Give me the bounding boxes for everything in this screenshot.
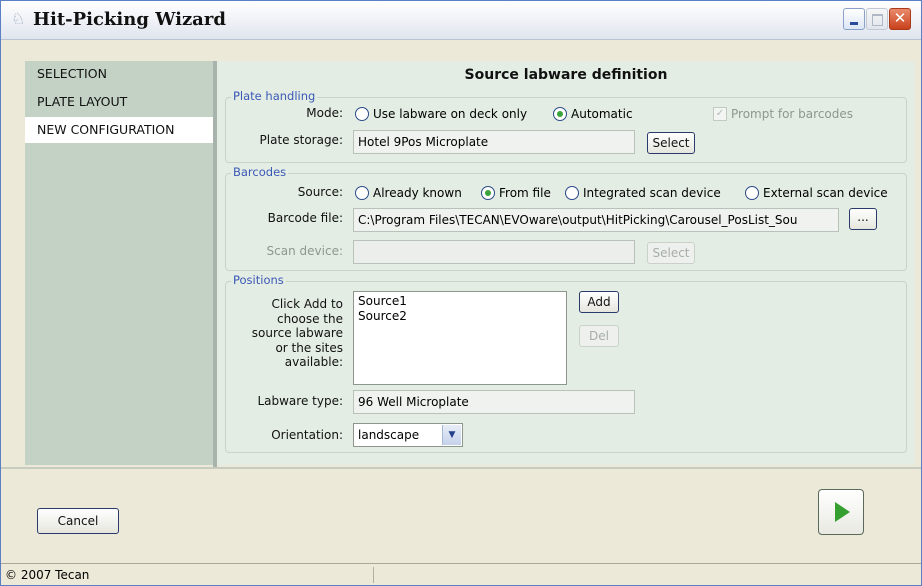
step-selection[interactable]: SELECTION — [25, 61, 213, 87]
source-from-file-radio[interactable]: From file — [481, 185, 551, 201]
orientation-select[interactable]: landscape ▼ — [353, 423, 463, 447]
scan-device-field[interactable] — [353, 240, 635, 264]
instruction-line: source labware — [251, 326, 343, 340]
instruction-line: available: — [284, 355, 343, 369]
barcode-file-field[interactable]: C:\Program Files\TECAN\EVOware\output\Hi… — [353, 208, 839, 232]
wizard-steps-sidebar: SELECTION PLATE LAYOUT NEW CONFIGURATION — [25, 61, 213, 465]
window-title: Hit-Picking Wizard — [33, 9, 226, 30]
title-bar[interactable]: ♘ Hit-Picking Wizard ✕ — [1, 1, 921, 40]
plate-storage-field[interactable]: Hotel 9Pos Microplate — [353, 130, 635, 154]
mode-deck-only-radio[interactable]: Use labware on deck only — [355, 106, 527, 122]
list-item[interactable]: Source1 — [358, 294, 562, 309]
barcode-file-label: Barcode file: — [267, 211, 343, 225]
plate-storage-label: Plate storage: — [259, 133, 343, 147]
chevron-down-icon[interactable]: ▼ — [442, 425, 461, 445]
scan-device-label: Scan device: — [266, 244, 343, 258]
mode-label: Mode: — [306, 106, 343, 120]
barcode-source-label: Source: — [297, 185, 343, 199]
scan-device-select-button[interactable]: Select — [647, 242, 695, 264]
step-new-configuration[interactable]: NEW CONFIGURATION — [25, 117, 213, 143]
plate-storage-select-button[interactable]: Select — [647, 132, 695, 154]
source-external-scan-radio[interactable]: External scan device — [745, 185, 888, 201]
prompt-barcodes-checkbox[interactable]: Prompt for barcodes — [713, 106, 853, 122]
wizard-window: ♘ Hit-Picking Wizard ✕ SELECTION PLATE L… — [0, 0, 922, 586]
barcodes-legend: Barcodes — [231, 165, 289, 179]
plate-handling-legend: Plate handling — [231, 89, 318, 103]
source-integrated-scan-radio[interactable]: Integrated scan device — [565, 185, 721, 201]
mode-automatic-radio[interactable]: Automatic — [553, 106, 633, 122]
footer-divider — [1, 467, 921, 469]
orientation-value: landscape — [358, 428, 420, 442]
positions-listbox[interactable]: Source1 Source2 — [353, 291, 567, 385]
instruction-line: choose the — [276, 311, 343, 326]
list-item[interactable]: Source2 — [358, 309, 562, 324]
positions-instructions: Click Add to choose the source labware o… — [227, 297, 343, 370]
content-panel: Source labware definition Plate handling… — [217, 61, 915, 465]
maximize-button[interactable] — [866, 8, 888, 30]
cancel-button[interactable]: Cancel — [37, 508, 119, 534]
instruction-line: Click Add to — [271, 297, 343, 311]
orientation-label: Orientation: — [271, 428, 343, 442]
next-button[interactable] — [818, 489, 864, 535]
labware-type-label: Labware type: — [257, 394, 343, 408]
step-plate-layout[interactable]: PLATE LAYOUT — [25, 89, 213, 115]
delete-position-button[interactable]: Del — [579, 325, 619, 347]
add-position-button[interactable]: Add — [579, 291, 619, 313]
app-icon: ♘ — [11, 9, 26, 28]
close-button[interactable]: ✕ — [889, 8, 911, 30]
status-bar: © 2007 Tecan — [1, 563, 921, 585]
labware-type-field[interactable]: 96 Well Microplate — [353, 390, 635, 414]
minimize-button[interactable] — [843, 8, 865, 30]
positions-legend: Positions — [231, 273, 286, 287]
copyright-text: © 2007 Tecan — [5, 568, 90, 582]
browse-file-button[interactable]: ... — [849, 208, 877, 230]
source-already-known-radio[interactable]: Already known — [355, 185, 462, 201]
instruction-line: or the sites — [275, 340, 343, 355]
status-separator — [373, 567, 374, 583]
page-heading: Source labware definition — [464, 67, 668, 83]
